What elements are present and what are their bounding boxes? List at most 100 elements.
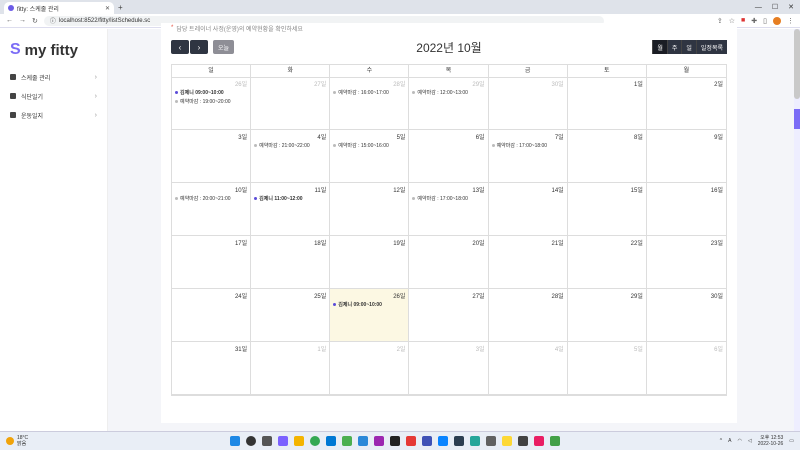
calendar-day[interactable]: 19일 — [330, 236, 410, 289]
new-tab-button[interactable]: + — [118, 2, 123, 14]
app-icon[interactable] — [342, 436, 352, 446]
day-number[interactable]: 4일 — [317, 132, 326, 141]
day-number[interactable]: 14일 — [552, 185, 564, 194]
calendar-day[interactable]: 21일 — [488, 236, 568, 289]
view-month-button[interactable]: 월 — [652, 40, 667, 54]
booking-event[interactable]: 김제니 09:00~10:00 — [175, 89, 247, 96]
app-icon[interactable] — [422, 436, 432, 446]
sidebar-item-diet[interactable]: 식단일기 › — [10, 90, 97, 102]
app-icon[interactable] — [518, 436, 528, 446]
closed-slot-event[interactable]: 예약마감 : 21:00~22:00 — [254, 142, 326, 149]
calendar-day[interactable]: 11일 김제니 11:00~12:00 — [251, 183, 331, 236]
maximize-icon[interactable]: ☐ — [772, 3, 778, 11]
scrollbar-thumb[interactable] — [794, 29, 800, 99]
logo[interactable]: S my fitty — [10, 41, 97, 59]
day-number[interactable]: 9일 — [714, 132, 723, 141]
volume-icon[interactable]: ◁ — [748, 438, 752, 444]
calendar-day[interactable]: 5일 예약마감 : 15:00~16:00 — [330, 130, 410, 183]
day-number[interactable]: 29일 — [472, 79, 484, 88]
calendar-day[interactable]: 9일 — [646, 130, 726, 183]
view-week-button[interactable]: 주 — [666, 40, 682, 54]
calendar-day[interactable]: 28일 예약마감 : 16:00~17:00 — [330, 77, 410, 130]
calendar-day[interactable]: 15일 — [567, 183, 647, 236]
chevron-up-icon[interactable]: ^ — [720, 438, 722, 444]
day-number[interactable]: 6일 — [714, 344, 723, 353]
booking-event[interactable]: 김제니 09:00~10:00 — [333, 301, 405, 308]
notification-icon[interactable]: ▭ — [789, 438, 794, 444]
closed-slot-event[interactable]: 예약마감 : 19:00~20:00 — [175, 98, 247, 105]
day-number[interactable]: 27일 — [472, 291, 484, 300]
closed-slot-event[interactable]: 예약마감 : 17:00~18:00 — [491, 142, 564, 149]
calendar-day[interactable]: 18일 — [251, 236, 331, 289]
language-indicator[interactable]: A — [728, 438, 731, 444]
page-scrollbar[interactable] — [794, 29, 800, 431]
day-number[interactable]: 17일 — [235, 238, 247, 247]
calendar-day[interactable]: 27일 — [409, 289, 489, 342]
next-month-button[interactable]: › — [190, 40, 208, 54]
day-number[interactable]: 11일 — [315, 185, 327, 194]
calendar-day[interactable]: 6일 — [409, 130, 489, 183]
app-icon[interactable] — [454, 436, 464, 446]
calendar-day[interactable]: 4일 — [488, 342, 568, 395]
clock[interactable]: 오후 12:53 2022-10-26 — [758, 435, 784, 447]
day-number[interactable]: 10일 — [235, 185, 247, 194]
calendar-day[interactable]: 22일 — [567, 236, 647, 289]
day-number[interactable]: 13일 — [472, 185, 484, 194]
calendar-day[interactable]: 2일 — [330, 342, 410, 395]
app-icon[interactable] — [374, 436, 384, 446]
calendar-day[interactable]: 24일 — [172, 289, 252, 342]
calendar-day[interactable]: 17일 — [172, 236, 252, 289]
reload-icon[interactable]: ↻ — [32, 17, 38, 25]
day-number[interactable]: 29일 — [631, 291, 643, 300]
day-number[interactable]: 4일 — [555, 344, 564, 353]
calendar-day[interactable]: 14일 — [488, 183, 568, 236]
day-number[interactable]: 19일 — [393, 238, 405, 247]
calendar-day[interactable]: 16일 — [646, 183, 726, 236]
calendar-day[interactable]: 3일 — [172, 130, 252, 183]
calendar-day[interactable]: 23일 — [646, 236, 726, 289]
extension-icon[interactable]: ■ — [741, 17, 745, 24]
calendar-day[interactable]: 4일 예약마감 : 21:00~22:00 — [251, 130, 331, 183]
calendar-day[interactable]: 31일 — [172, 342, 252, 395]
calendar-day[interactable]: 27일 — [251, 77, 331, 130]
booking-event[interactable]: 김제니 11:00~12:00 — [254, 195, 326, 202]
profile-avatar[interactable] — [773, 16, 781, 25]
taskview-icon[interactable] — [262, 436, 272, 446]
start-icon[interactable] — [230, 436, 240, 446]
calendar-day[interactable]: 10일 예약마감 : 20:00~21:00 — [172, 183, 252, 236]
day-number[interactable]: 30일 — [552, 79, 564, 88]
day-number[interactable]: 16일 — [711, 185, 723, 194]
calendar-day[interactable]: 25일 — [251, 289, 331, 342]
day-number[interactable]: 6일 — [476, 132, 485, 141]
calendar-day[interactable]: 29일 예약마감 : 12:00~13:00 — [409, 77, 489, 130]
calendar-day[interactable]: 3일 — [409, 342, 489, 395]
day-number[interactable]: 5일 — [397, 132, 406, 141]
vscode-icon[interactable] — [438, 436, 448, 446]
close-window-icon[interactable]: ✕ — [788, 3, 794, 11]
view-list-button[interactable]: 일정목록 — [695, 40, 727, 54]
day-number[interactable]: 3일 — [238, 132, 247, 141]
day-number[interactable]: 18일 — [314, 238, 326, 247]
day-number[interactable]: 3일 — [476, 344, 485, 353]
today-button[interactable]: 오늘 — [213, 40, 235, 54]
closed-slot-event[interactable]: 예약마감 : 15:00~16:00 — [333, 142, 405, 149]
chrome-icon[interactable] — [310, 436, 320, 446]
day-number[interactable]: 28일 — [552, 291, 564, 300]
day-number[interactable]: 1일 — [634, 79, 643, 88]
calendar-day[interactable]: 2일 — [646, 77, 726, 130]
day-number[interactable]: 2일 — [397, 344, 406, 353]
day-number[interactable]: 26일 — [235, 79, 247, 88]
sidebar-item-workout[interactable]: 운동일지 › — [10, 109, 97, 121]
calendar-day[interactable]: 5일 — [567, 342, 647, 395]
app-icon[interactable] — [358, 436, 368, 446]
day-number[interactable]: 22일 — [631, 238, 643, 247]
edge-icon[interactable] — [326, 436, 336, 446]
day-number[interactable]: 30일 — [711, 291, 723, 300]
prev-month-button[interactable]: ‹ — [171, 40, 189, 54]
calendar-day[interactable]: 20일 — [409, 236, 489, 289]
day-number[interactable]: 12일 — [393, 185, 405, 194]
calendar-day[interactable]: 1일 — [251, 342, 331, 395]
minimize-icon[interactable]: — — [755, 4, 762, 11]
closed-slot-event[interactable]: 예약마감 : 17:00~18:00 — [412, 195, 484, 202]
calendar-day[interactable]: 28일 — [488, 289, 568, 342]
